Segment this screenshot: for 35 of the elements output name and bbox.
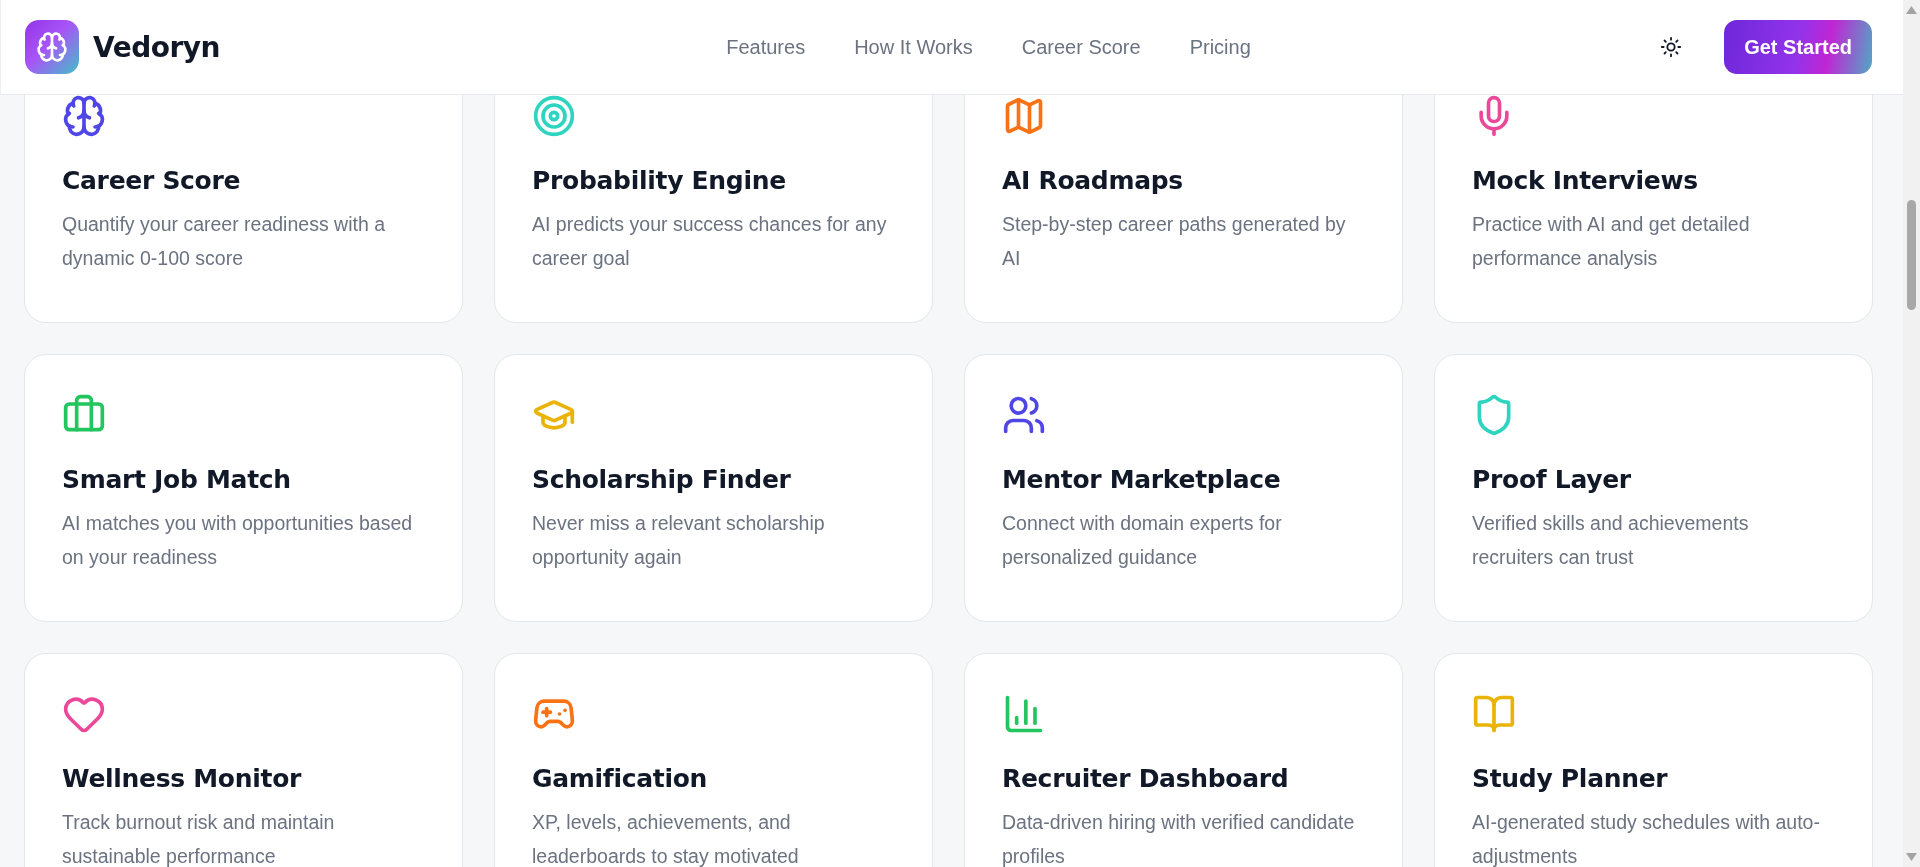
feature-description: Data-driven hiring with verified candidate profiles <box>1002 810 1356 867</box>
feature-description: Never miss a relevant scholarship opportunity again <box>532 511 826 570</box>
nav-link[interactable]: How It Works <box>854 35 973 59</box>
feature-description: AI-generated study schedules with auto-adjustments <box>1472 810 1821 867</box>
feature-title: Proof Layer <box>1472 465 1632 494</box>
logo-icon[interactable] <box>25 20 79 74</box>
nav-link[interactable]: Pricing <box>1189 35 1251 59</box>
feature-description: Connect with domain experts for personalized guidance <box>1002 511 1283 570</box>
feature-description: Track burnout risk and maintain sustainable performance <box>62 810 336 867</box>
feature-title: Study Planner <box>1472 764 1669 793</box>
scrollbar[interactable] <box>1903 0 1920 867</box>
scrollbar-thumb[interactable] <box>1907 200 1916 310</box>
feature-title: AI Roadmaps <box>1002 166 1184 195</box>
feature-description: AI predicts your success chances for any career goal <box>532 212 888 271</box>
feature-description: Verified skills and achievements recruiters can trust <box>1472 511 1750 570</box>
feature-description: AI matches you with opportunities based on your readiness <box>62 511 414 570</box>
scroll-up-icon[interactable] <box>1906 6 1917 14</box>
scroll-down-icon[interactable] <box>1906 853 1917 861</box>
feature-description: Quantify your career readiness with a dynamic 0-100 score <box>62 212 386 271</box>
feature-title: Smart Job Match <box>62 465 292 494</box>
feature-description: Practice with AI and get detailed performance analysis <box>1472 212 1751 271</box>
get-started-button[interactable]: Get Started <box>1724 20 1872 74</box>
nav-link[interactable]: Career Score <box>1021 35 1141 59</box>
feature-description: Step-by-step career paths generated by AI <box>1002 212 1347 271</box>
feature-title: Gamification <box>532 764 709 793</box>
feature-title: Recruiter Dashboard <box>1002 764 1290 793</box>
feature-title: Mentor Marketplace <box>1002 465 1282 494</box>
nav-link[interactable]: Features <box>726 35 806 59</box>
feature-title: Wellness Monitor <box>62 764 303 793</box>
brand-name[interactable]: Vedoryn <box>93 30 220 64</box>
feature-title: Career Score <box>62 166 242 195</box>
feature-title: Probability Engine <box>532 166 787 195</box>
feature-title: Mock Interviews <box>1472 166 1699 195</box>
feature-description: XP, levels, achievements, and leaderboards to stay motivated <box>532 810 800 867</box>
feature-title: Scholarship Finder <box>532 465 792 494</box>
